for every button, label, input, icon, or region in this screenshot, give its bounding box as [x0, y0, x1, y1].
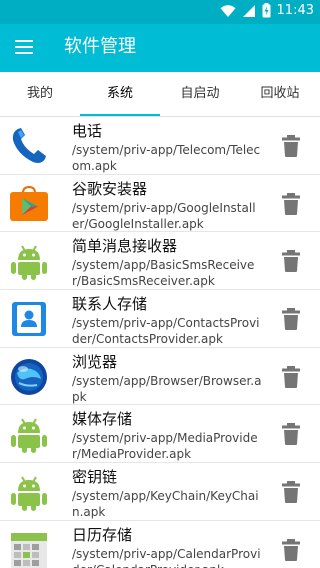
app-name: 电话	[72, 122, 103, 140]
app-path: /system/app/Browser/Browser.apk	[72, 373, 262, 404]
phone-icon	[12, 128, 46, 163]
status-bar: 11:43	[0, 0, 320, 24]
list-item[interactable]: 简单消息接收器 /system/app/BasicSmsReceiver/Bas…	[0, 232, 320, 291]
signal-icon	[242, 4, 255, 17]
list-item[interactable]: 联系人存储 /system/priv-app/ContactsProvider/…	[0, 290, 320, 348]
delete-icon[interactable]	[280, 365, 302, 389]
google-installer-icon	[10, 185, 48, 221]
delete-icon[interactable]	[280, 480, 302, 504]
list-item[interactable]: 谷歌安装器 /system/priv-app/GoogleInstaller/G…	[0, 175, 320, 233]
status-time: 11:43	[276, 3, 314, 18]
delete-icon[interactable]	[280, 538, 302, 562]
app-name: 谷歌安装器	[72, 179, 148, 198]
status-icons: 11:43	[220, 3, 314, 18]
app-path: /system/priv-app/CalendarProvider/Calend…	[72, 546, 261, 568]
app-name: 联系人存储	[72, 295, 148, 314]
delete-icon[interactable]	[280, 249, 302, 273]
tab-indicator	[80, 114, 160, 116]
list-item[interactable]: 媒体存储 /system/priv-app/MediaProvider/Medi…	[0, 405, 320, 464]
app-path: /system/app/BasicSmsReceiver/BasicSmsRec…	[72, 258, 255, 289]
app-path: /system/priv-app/GoogleInstaller/GoogleI…	[72, 200, 256, 231]
app-name: 简单消息接收器	[72, 237, 178, 256]
calendar-icon	[11, 532, 47, 568]
app-name: 日历存储	[72, 525, 133, 544]
delete-icon[interactable]	[280, 134, 302, 158]
wifi-icon	[220, 4, 236, 17]
battery-charging-icon	[262, 3, 271, 18]
app-name: 浏览器	[72, 352, 118, 371]
tab-mine[interactable]: 我的	[0, 72, 80, 116]
app-path: /system/priv-app/Telecom/Telecom.apk	[72, 143, 261, 173]
tab-autostart[interactable]: 自启动	[160, 72, 240, 116]
contacts-icon	[12, 302, 46, 337]
app-name: 密钥链	[72, 468, 118, 487]
page-title: 软件管理	[64, 36, 136, 57]
browser-globe-icon	[11, 358, 47, 395]
tab-bar: 我的 系统 自启动 回收站	[0, 72, 320, 117]
app-list: 电话 /system/priv-app/Telecom/Telecom.apk …	[0, 117, 320, 568]
delete-icon[interactable]	[280, 307, 302, 331]
delete-icon[interactable]	[280, 192, 302, 216]
menu-icon[interactable]	[15, 40, 33, 54]
list-item[interactable]: 密钥链 /system/app/KeyChain/KeyChain.apk	[0, 463, 320, 521]
android-icon	[11, 245, 47, 281]
list-item[interactable]: 电话 /system/priv-app/Telecom/Telecom.apk	[0, 117, 320, 175]
list-item[interactable]: 浏览器 /system/app/Browser/Browser.apk	[0, 348, 320, 406]
app-path: /system/priv-app/ContactsProvider/Contac…	[72, 316, 260, 347]
app-name: 媒体存储	[72, 410, 133, 429]
list-item[interactable]: 日历存储 /system/priv-app/CalendarProvider/C…	[0, 521, 320, 568]
delete-icon[interactable]	[280, 422, 302, 446]
android-icon	[11, 476, 47, 512]
tab-recycle-bin[interactable]: 回收站	[240, 72, 320, 116]
android-icon	[11, 418, 47, 454]
tab-system[interactable]: 系统	[80, 72, 160, 116]
app-path: /system/priv-app/MediaProvider/MediaProv…	[72, 431, 258, 462]
app-bar: 软件管理	[0, 24, 320, 72]
app-path: /system/app/KeyChain/KeyChain.apk	[72, 489, 259, 520]
